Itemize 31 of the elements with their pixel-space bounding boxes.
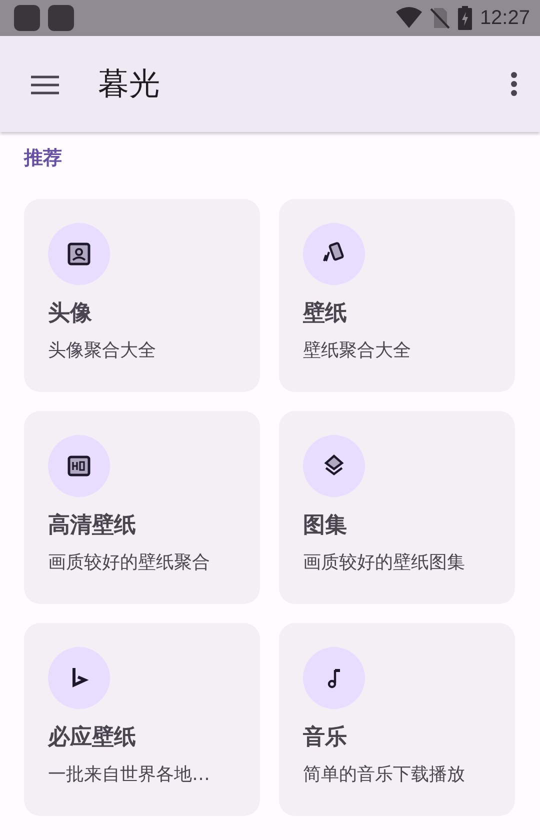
card-title: 必应壁纸 <box>48 724 137 751</box>
card-subtitle: 一批来自世界各地… <box>48 762 211 787</box>
card-title: 图集 <box>303 512 348 539</box>
card-subtitle: 头像聚合大全 <box>48 338 157 363</box>
menu-icon <box>30 74 60 96</box>
more-vertical-icon <box>510 71 518 97</box>
app-title: 暮光 <box>98 64 160 104</box>
card[interactable]: 头像 头像聚合大全 <box>24 198 260 392</box>
clock: 12:27 <box>480 6 530 31</box>
card-subtitle: 壁纸聚合大全 <box>303 338 412 363</box>
no-sim-icon <box>430 7 450 29</box>
wifi-icon <box>396 7 422 29</box>
section-title: 推荐 <box>24 146 63 171</box>
layers-icon <box>322 454 346 478</box>
card-title: 壁纸 <box>303 300 348 327</box>
hd-icon <box>67 454 91 478</box>
battery-icon <box>458 6 472 30</box>
card-title: 头像 <box>48 300 93 327</box>
card-subtitle: 简单的音乐下载播放 <box>303 762 466 787</box>
card-title: 高清壁纸 <box>48 512 137 539</box>
card-subtitle: 画质较好的壁纸图集 <box>303 550 466 575</box>
card-subtitle: 画质较好的壁纸聚合 <box>48 550 211 575</box>
card[interactable]: 高清壁纸 画质较好的壁纸聚合 <box>24 410 260 604</box>
card[interactable]: 音乐 简单的音乐下载播放 <box>279 622 515 816</box>
card-title: 音乐 <box>303 724 348 751</box>
notification-icon <box>14 5 40 31</box>
card[interactable]: 壁纸 壁纸聚合大全 <box>279 198 515 392</box>
card[interactable]: 必应壁纸 一批来自世界各地… <box>24 622 260 816</box>
card[interactable]: 图集 画质较好的壁纸图集 <box>279 410 515 604</box>
notification-icon <box>48 5 74 31</box>
portrait-icon <box>67 242 91 266</box>
